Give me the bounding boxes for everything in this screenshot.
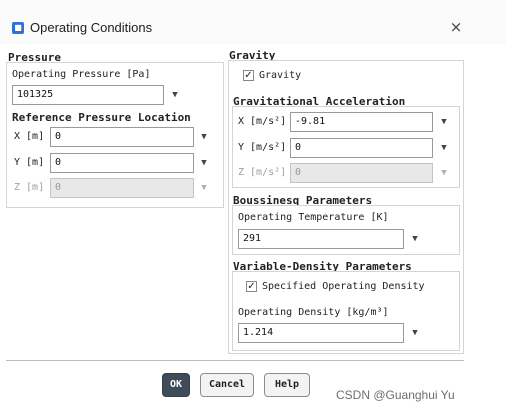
operating-temperature-label: Operating Temperature [K]: [238, 212, 389, 223]
operating-density-input[interactable]: 1.214: [238, 323, 404, 343]
pressure-z-input: 0: [50, 178, 194, 198]
button-separator: [6, 360, 464, 361]
gravity-y-dropdown-icon[interactable]: ▼: [437, 138, 451, 158]
specified-operating-density-checkbox[interactable]: ✓: [246, 281, 257, 292]
cancel-button[interactable]: Cancel: [200, 373, 254, 397]
gravity-checkbox-label: Gravity: [259, 70, 302, 81]
gravity-y-label: Y [m/s²]: [238, 142, 287, 153]
check-icon: ✓: [247, 281, 256, 292]
help-button[interactable]: Help: [264, 373, 310, 397]
gravity-x-dropdown-icon[interactable]: ▼: [437, 112, 451, 132]
gravity-checkbox[interactable]: ✓: [243, 70, 254, 81]
window-title: Operating Conditions: [30, 20, 153, 35]
pressure-y-label: Y [m]: [14, 157, 45, 168]
operating-pressure-label: Operating Pressure [Pa]: [12, 69, 151, 80]
pressure-x-input[interactable]: 0: [50, 127, 194, 147]
operating-pressure-dropdown-icon[interactable]: ▼: [168, 85, 182, 105]
pressure-y-input[interactable]: 0: [50, 153, 194, 173]
gravity-x-label: X [m/s²]: [238, 116, 287, 127]
close-icon[interactable]: ×: [447, 18, 465, 36]
check-icon: ✓: [244, 70, 253, 81]
operating-temperature-dropdown-icon[interactable]: ▼: [408, 229, 422, 249]
specified-operating-density-label: Specified Operating Density: [262, 281, 425, 292]
gravity-z-label: Z [m/s²]: [238, 167, 287, 178]
operating-temperature-input[interactable]: 291: [238, 229, 404, 249]
reference-pressure-location-title: Reference Pressure Location: [12, 111, 191, 124]
title-bar: ■ Operating Conditions ×: [0, 0, 506, 44]
operating-pressure-input[interactable]: 101325: [12, 85, 164, 105]
gravity-y-input[interactable]: 0: [290, 138, 433, 158]
operating-density-dropdown-icon[interactable]: ▼: [408, 323, 422, 343]
pressure-x-label: X [m]: [14, 131, 45, 142]
ok-button[interactable]: OK: [162, 373, 190, 397]
gravity-z-input: 0: [290, 163, 433, 183]
gravity-x-input[interactable]: -9.81: [290, 112, 433, 132]
app-icon: ■: [12, 22, 24, 34]
pressure-y-dropdown-icon[interactable]: ▼: [197, 153, 211, 173]
operating-density-label: Operating Density [kg/m³]: [238, 307, 389, 318]
pressure-z-label: Z [m]: [14, 182, 45, 193]
gravity-z-dropdown-icon: ▼: [441, 168, 447, 178]
pressure-z-dropdown-icon: ▼: [201, 183, 207, 193]
watermark-text: CSDN @Guanghui Yu: [336, 388, 455, 402]
pressure-x-dropdown-icon[interactable]: ▼: [197, 127, 211, 147]
